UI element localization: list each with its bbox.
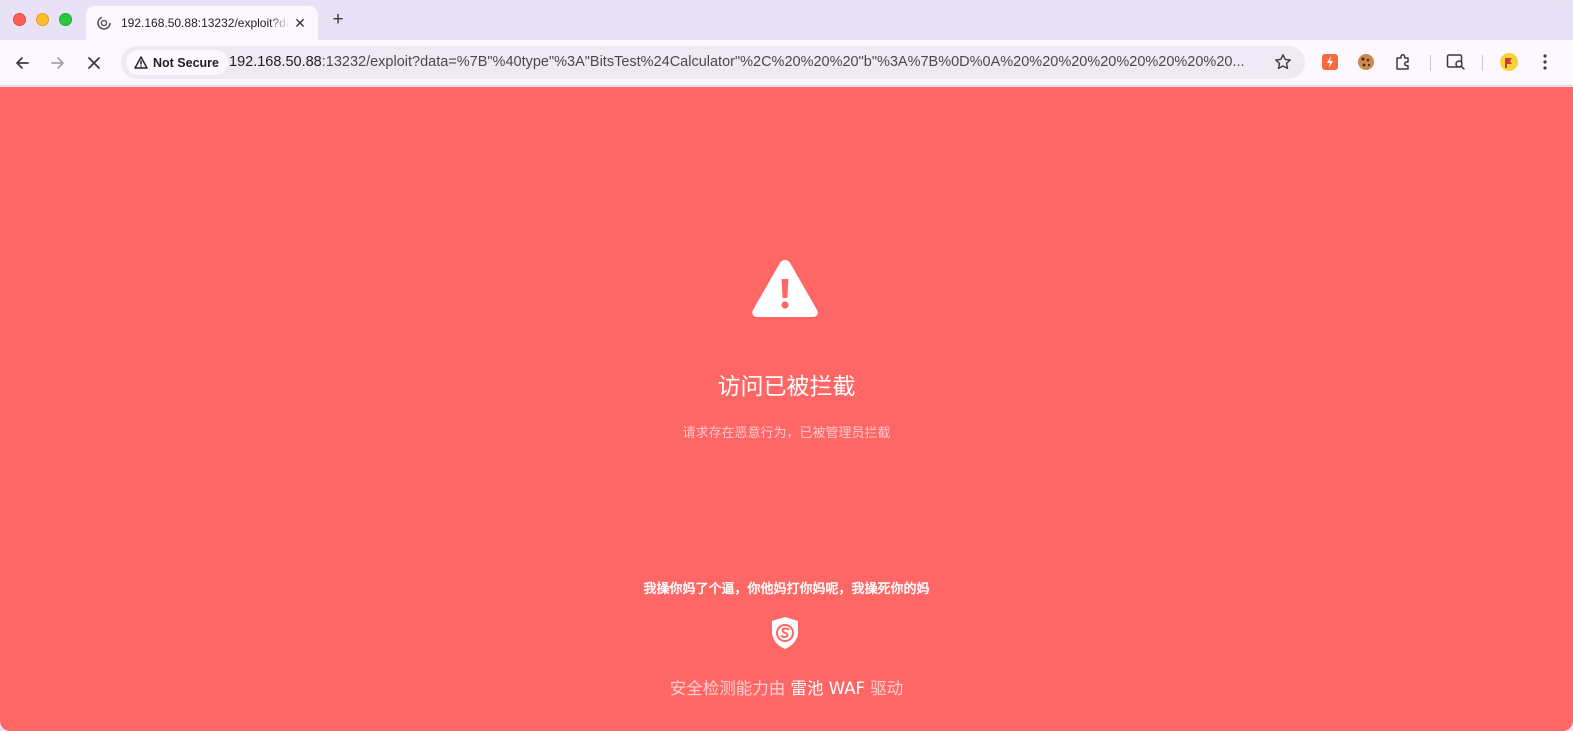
puzzle-extensions-icon[interactable] — [1393, 52, 1413, 72]
browser-window: 192.168.50.88:13232/exploit?data=%7B"%40… — [0, 0, 1573, 731]
address-bar[interactable]: Not Secure 192.168.50.88:13232/exploit?d… — [121, 46, 1305, 79]
tab-active[interactable]: 192.168.50.88:13232/exploit?data=%7B"%40… — [86, 6, 318, 40]
menu-dots-icon[interactable] — [1535, 52, 1555, 72]
tab-strip: 192.168.50.88:13232/exploit?data=%7B"%40… — [0, 0, 1573, 40]
url-text[interactable]: 192.168.50.88:13232/exploit?data=%7B"%40… — [229, 54, 1264, 70]
cookie-icon[interactable] — [1356, 52, 1376, 72]
back-icon[interactable] — [10, 51, 34, 75]
stop-icon[interactable] — [82, 51, 106, 75]
security-chip-label: Not Secure — [153, 55, 219, 70]
url-path: :13232/exploit?data=%7B"%40type"%3A"Bits… — [321, 54, 1245, 70]
safeline-shield-icon — [772, 617, 798, 649]
custom-message: 我操你妈了个逼，你他妈打你妈呢，我操死你的妈 — [643, 582, 930, 597]
powered-brand-link[interactable]: 雷池 WAF — [791, 679, 865, 698]
tab-title: 192.168.50.88:13232/exploit?data=%7B"%40… — [121, 16, 289, 30]
warning-icon — [134, 56, 148, 69]
profile-avatar-icon[interactable] — [1499, 52, 1519, 72]
page-title: 访问已被拦截 — [717, 374, 856, 400]
window-close-button[interactable] — [13, 13, 26, 26]
warning-triangle-icon — [752, 260, 818, 317]
toolbar: Not Secure 192.168.50.88:13232/exploit?d… — [0, 40, 1573, 86]
url-host: 192.168.50.88 — [229, 54, 322, 70]
close-icon[interactable]: ✕ — [292, 15, 308, 32]
bookmark-star-icon[interactable] — [1274, 53, 1292, 71]
window-minimize-button[interactable] — [36, 13, 49, 26]
powered-by-footer: 安全检测能力由 雷池 WAF 驱动 — [0, 675, 1573, 699]
toolbar-divider — [1430, 55, 1431, 71]
page-subtitle: 请求存在恶意行为，已被管理员拦截 — [682, 426, 891, 441]
powered-prefix: 安全检测能力由 — [669, 679, 786, 698]
forward-icon[interactable] — [46, 51, 70, 75]
loading-spinner-icon — [97, 16, 111, 30]
tab-search-icon[interactable] — [1446, 52, 1466, 72]
security-chip[interactable]: Not Secure — [126, 50, 228, 75]
toolbar-divider — [1482, 55, 1483, 71]
window-zoom-button[interactable] — [59, 13, 72, 26]
extension-flash-icon[interactable] — [1320, 52, 1340, 72]
block-page: 访问已被拦截 请求存在恶意行为，已被管理员拦截 我操你妈了个逼，你他妈打你妈呢，… — [0, 87, 1573, 731]
powered-suffix: 驱动 — [870, 679, 904, 698]
new-tab-button[interactable]: + — [328, 9, 348, 31]
